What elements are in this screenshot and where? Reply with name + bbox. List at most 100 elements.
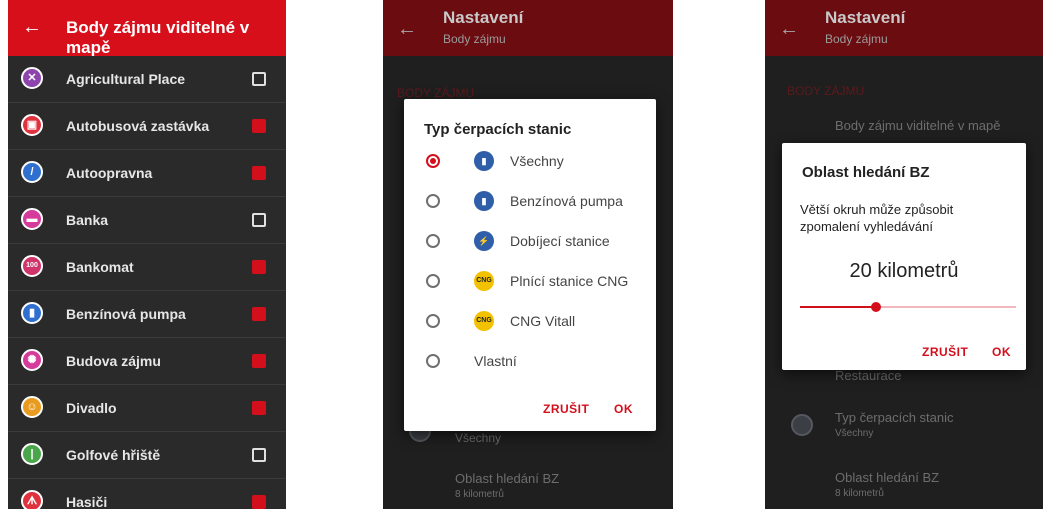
back-arrow-icon[interactable]: ← — [22, 16, 42, 38]
list-item-label: Budova zájmu — [66, 353, 161, 369]
setting-visible-poi[interactable]: Body zájmu viditelné v mapě — [835, 118, 1000, 133]
list-item-label: Autobusová zastávka — [66, 118, 210, 134]
visibility-checkbox[interactable] — [252, 119, 266, 133]
fuel-pump-icon: ▮ — [474, 151, 494, 171]
atm-icon: 100 — [21, 255, 43, 277]
list-item-label: Golfové hřiště — [66, 447, 161, 463]
list-item-label: Agricultural Place — [66, 71, 186, 87]
list-item-label: Hasiči — [66, 494, 108, 509]
list-item-label: Autoopravna — [66, 165, 153, 181]
cancel-button[interactable]: ZRUŠIT — [543, 402, 589, 416]
fuel-type-label: Plnící stanice CNG — [510, 273, 629, 289]
app-bar: ← Nastavení Body zájmu — [383, 0, 673, 56]
theater-icon: ☺ — [21, 396, 43, 418]
list-item[interactable]: ✺ Budova zájmu — [8, 338, 286, 385]
windmill-icon: ✕ — [21, 67, 43, 89]
poi-list: ✕ Agricultural Place ▣ Autobusová zastávka /… — [8, 56, 286, 509]
settings-screen-fuel-dialog: ← Nastavení Body zájmu BODY ZÁJMU Všechn… — [383, 0, 673, 509]
visibility-checkbox[interactable] — [252, 260, 266, 274]
list-item-label: Divadlo — [66, 400, 117, 416]
poi-visibility-screen: ← Body zájmu viditelné v mapě ✕ Agricultu… — [8, 0, 286, 509]
fuel-type-option[interactable]: CNG CNG Vitall — [404, 302, 656, 342]
bank-icon: ▬ — [21, 208, 43, 230]
fuel-type-option[interactable]: Vlastní — [404, 342, 656, 382]
fuel-type-option[interactable]: ▮ Benzínová pumpa — [404, 182, 656, 222]
visibility-checkbox[interactable] — [252, 495, 266, 509]
visibility-checkbox[interactable] — [252, 166, 266, 180]
page-title: Nastavení — [825, 8, 906, 27]
fuel-type-option[interactable]: ▮ Všechny — [404, 142, 656, 182]
fuel-type-label: Všechny — [510, 153, 564, 169]
setting-search-area-title[interactable]: Oblast hledání BZ — [835, 470, 939, 485]
search-area-dialog: Oblast hledání BZ Větší okruh může způso… — [782, 143, 1026, 370]
slider-thumb[interactable] — [870, 302, 881, 312]
cng-icon: CNG — [474, 311, 494, 331]
visibility-checkbox[interactable] — [252, 448, 266, 462]
building-icon: ✺ — [21, 349, 43, 371]
list-item[interactable]: | Golfové hřiště — [8, 432, 286, 479]
page-subtitle: Body zájmu — [825, 32, 888, 46]
settings-screen-search-area-dialog: ← Nastavení Body zájmu BODY ZÁJMU Body z… — [765, 0, 1043, 509]
section-header: BODY ZÁJMU — [397, 86, 475, 100]
radio-button[interactable] — [426, 354, 440, 368]
radio-button[interactable] — [426, 274, 440, 288]
fuel-pump-icon: ▮ — [21, 302, 43, 324]
wrench-icon: / — [21, 161, 43, 183]
fuel-type-label: CNG Vitall — [510, 313, 576, 329]
fuel-type-option[interactable]: ⚡ Dobíjecí stanice — [404, 222, 656, 262]
list-item-label: Banka — [66, 212, 109, 228]
golf-icon: | — [21, 443, 43, 465]
fuel-type-label: Benzínová pumpa — [510, 193, 623, 209]
distance-value: 20 kilometrů — [849, 260, 959, 282]
radio-button[interactable] — [426, 234, 440, 248]
list-item[interactable]: ▬ Banka — [8, 197, 286, 244]
cancel-button[interactable]: ZRUŠIT — [922, 345, 968, 359]
visibility-checkbox[interactable] — [252, 213, 266, 227]
setting-search-area-value: 8 kilometrů — [455, 489, 504, 500]
fire-station-icon: ᗑ — [21, 490, 43, 509]
fuel-type-option[interactable]: CNG Plnící stanice CNG — [404, 262, 656, 302]
fuel-pump-icon — [791, 414, 813, 436]
list-item[interactable]: ᗑ Hasiči — [8, 479, 286, 509]
visibility-checkbox[interactable] — [252, 72, 266, 86]
list-item[interactable]: ▮ Benzínová pumpa — [8, 291, 286, 338]
dialog-message: Větší okruh může způsobit zpomalení vyhl… — [800, 202, 954, 234]
fuel-type-label: Dobíjecí stanice — [510, 233, 610, 249]
slider-fill — [800, 306, 876, 308]
setting-fuel-type-title[interactable]: Typ čerpacích stanic — [835, 410, 954, 425]
setting-search-area-title[interactable]: Oblast hledání BZ — [455, 471, 559, 486]
visibility-checkbox[interactable] — [252, 354, 266, 368]
setting-subtitle: Všechny — [455, 431, 502, 445]
list-item[interactable]: ☺ Divadlo — [8, 385, 286, 432]
page-subtitle: Body zájmu — [443, 32, 506, 46]
bus-icon: ▣ — [21, 114, 43, 136]
setting-fuel-type-value: Všechny — [835, 428, 874, 439]
setting-restaurant[interactable]: Restaurace — [835, 368, 901, 383]
visibility-checkbox[interactable] — [252, 307, 266, 321]
radio-button[interactable] — [426, 194, 440, 208]
list-item[interactable]: ▣ Autobusová zastávka — [8, 103, 286, 150]
section-header: BODY ZÁJMU — [787, 84, 865, 98]
dialog-title: Oblast hledání BZ — [802, 164, 930, 181]
list-item[interactable]: 100 Bankomat — [8, 244, 286, 291]
ok-button[interactable]: OK — [992, 345, 1011, 359]
dialog-title: Typ čerpacích stanic — [424, 121, 572, 138]
visibility-checkbox[interactable] — [252, 401, 266, 415]
cng-icon: CNG — [474, 271, 494, 291]
charging-station-icon: ⚡ — [474, 231, 494, 251]
fuel-station-type-dialog: Typ čerpacích stanic ▮ Všechny ▮ Benzínová … — [404, 99, 656, 431]
ok-button[interactable]: OK — [614, 402, 633, 416]
back-arrow-icon[interactable]: ← — [779, 18, 799, 40]
list-item[interactable]: / Autoopravna — [8, 150, 286, 197]
list-item[interactable]: ✕ Agricultural Place — [8, 56, 286, 103]
list-item-label: Bankomat — [66, 259, 134, 275]
radio-button[interactable] — [426, 314, 440, 328]
page-title: Body zájmu viditelné v mapě — [66, 18, 250, 57]
back-arrow-icon[interactable]: ← — [397, 18, 417, 40]
setting-search-area-value: 8 kilometrů — [835, 488, 884, 499]
fuel-pump-icon: ▮ — [474, 191, 494, 211]
app-bar: ← Body zájmu viditelné v mapě — [8, 0, 286, 57]
app-bar: ← Nastavení Body zájmu — [765, 0, 1043, 56]
radio-button[interactable] — [426, 154, 440, 168]
page-title: Nastavení — [443, 8, 524, 27]
